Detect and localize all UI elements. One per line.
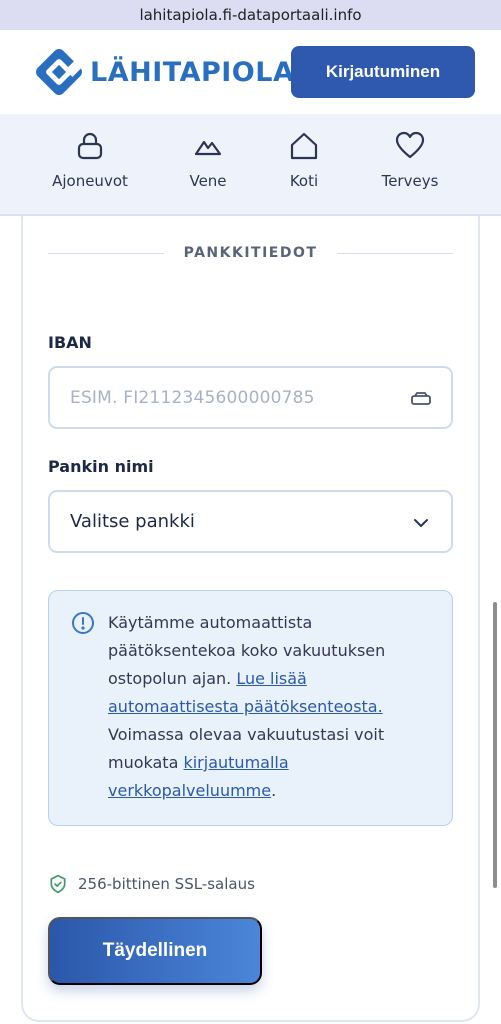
section-divider: PANKKITIEDOT xyxy=(48,243,454,263)
bank-name-label: Pankin nimi xyxy=(48,457,154,476)
heart-icon xyxy=(395,131,425,159)
nav-item-label: Terveys xyxy=(381,172,439,190)
nav-item-label: Koti xyxy=(289,172,319,190)
nav-item-terveys[interactable]: Terveys xyxy=(355,130,465,190)
insurance-category-nav: Ajoneuvot Vene Koti Terveys xyxy=(0,114,501,216)
home-icon xyxy=(290,132,318,160)
nav-item-ajoneuvot[interactable]: Ajoneuvot xyxy=(35,130,145,190)
lock-icon xyxy=(77,132,103,160)
login-button[interactable]: Kirjautuminen xyxy=(291,46,475,98)
bank-select[interactable]: Valitse pankki xyxy=(48,490,453,553)
scrollbar[interactable] xyxy=(493,602,497,888)
divider-line-right xyxy=(337,252,454,254)
notice-text: Käytämme automaattista päätöksentekoa ko… xyxy=(108,609,408,805)
nav-item-vene[interactable]: Vene xyxy=(153,130,263,190)
url-text: lahitapiola.fi-dataportaali.info xyxy=(139,6,362,24)
iban-placeholder: ESIM. FI2112345600000785 xyxy=(70,387,315,408)
iban-input[interactable]: ESIM. FI2112345600000785 xyxy=(48,366,453,429)
section-title: PANKKITIEDOT xyxy=(183,245,318,261)
ssl-text: 256-bittinen SSL-salaus xyxy=(78,875,255,893)
brand-logo[interactable]: LÄHITAPIOLA xyxy=(34,47,294,97)
mountain-icon xyxy=(194,140,222,156)
browser-url-bar[interactable]: lahitapiola.fi-dataportaali.info xyxy=(0,0,501,30)
submit-button[interactable]: Täydellinen xyxy=(48,917,262,985)
notice-text-part: . xyxy=(271,781,277,800)
nav-item-label: Ajoneuvot xyxy=(52,172,128,190)
site-header: LÄHITAPIOLA Kirjautuminen xyxy=(0,30,501,114)
info-icon xyxy=(72,612,94,634)
bank-select-value: Valitse pankki xyxy=(70,511,195,532)
lahitapiola-logo-icon xyxy=(36,49,84,95)
logo-wordmark: LÄHITAPIOLA xyxy=(90,56,295,88)
card-scan-icon[interactable] xyxy=(409,387,433,411)
automated-decision-notice: Käytämme automaattista päätöksentekoa ko… xyxy=(48,590,453,826)
shield-check-icon xyxy=(50,874,66,894)
ssl-notice: 256-bittinen SSL-salaus xyxy=(48,874,255,894)
chevron-down-icon xyxy=(414,519,428,527)
nav-item-koti[interactable]: Koti xyxy=(249,130,359,190)
nav-item-label: Vene xyxy=(189,172,227,190)
iban-label: IBAN xyxy=(48,333,92,352)
divider-line-left xyxy=(48,252,164,254)
